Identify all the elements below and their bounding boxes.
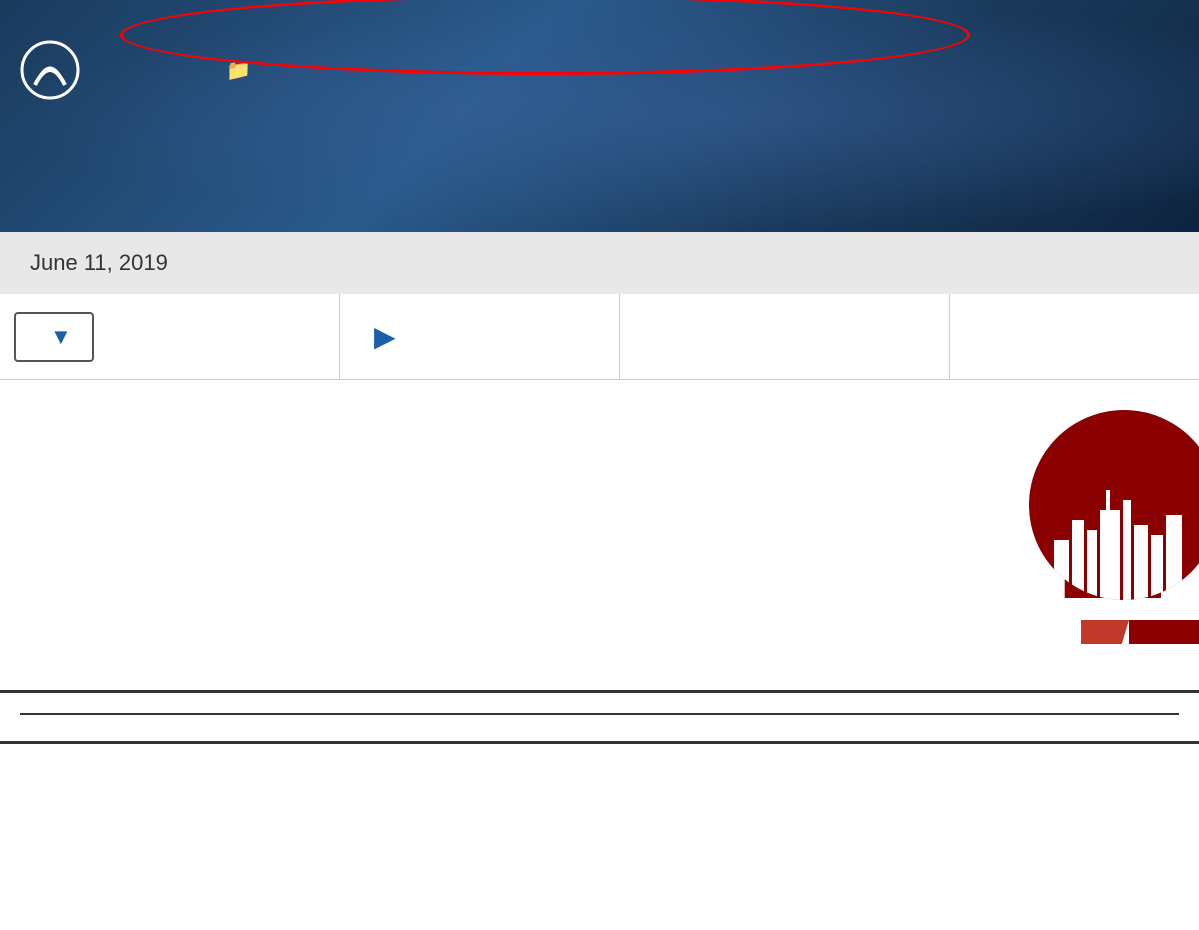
logo-area[interactable] (20, 40, 86, 100)
newsbank-logo-icon (20, 40, 80, 100)
toolbar: ▼ ▶ (0, 294, 1199, 380)
nav-links: 📁 (166, 58, 259, 83)
year-1819-label (1081, 620, 1129, 644)
city-circle (1029, 410, 1199, 600)
newspaper-title-area (0, 690, 1199, 744)
celebrating-label (1129, 620, 1199, 644)
issue-date: June 11, 2019 (30, 250, 168, 275)
celebrating-banner (1081, 620, 1199, 644)
dropdown-arrow-icon[interactable]: ▼ (50, 324, 72, 350)
anniversary-number: 2 (1058, 430, 1169, 630)
session-folder-link[interactable]: 📁 (226, 58, 259, 83)
search-issue-button[interactable] (950, 294, 1199, 379)
newspaper-footer-line (20, 723, 1179, 731)
nav-bar: 📁 (0, 20, 1199, 100)
header-banner: 📁 (0, 0, 1199, 232)
top-bar (0, 0, 1199, 20)
newspaper-content: 2 (0, 380, 1199, 930)
next-page-icon[interactable]: ▶ (374, 320, 396, 353)
newspaper-subtitle-line (20, 715, 1179, 723)
page-label-box[interactable]: ▼ (14, 312, 94, 362)
subtitle-bar: June 11, 2019 // Inline fill for subtitl… (0, 232, 1199, 294)
page-select-area[interactable]: ▼ (0, 294, 340, 379)
folder-icon: 📁 (226, 58, 251, 83)
page-nav-area[interactable]: ▶ (340, 294, 620, 379)
search-page-button[interactable] (620, 294, 950, 379)
